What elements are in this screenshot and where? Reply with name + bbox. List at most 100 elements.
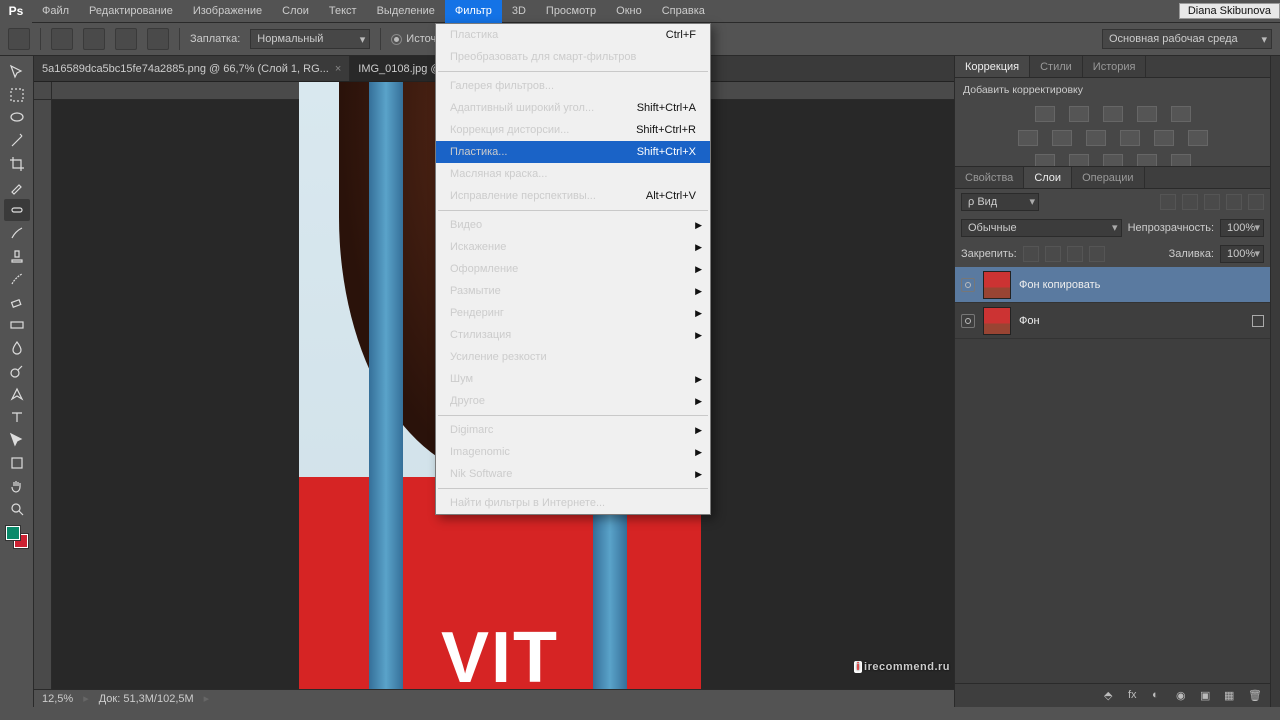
- visibility-icon[interactable]: [961, 314, 975, 328]
- menu-item[interactable]: Digimarc: [436, 419, 710, 441]
- patch-mode-select[interactable]: Нормальный: [250, 29, 370, 49]
- menu-item[interactable]: Найти фильтры в Интернете...: [436, 492, 710, 514]
- brush-tool[interactable]: [4, 222, 30, 244]
- eraser-tool[interactable]: [4, 291, 30, 313]
- menu-окно[interactable]: Окно: [606, 0, 652, 23]
- tool-preset-icon[interactable]: [8, 28, 30, 50]
- menu-выделение[interactable]: Выделение: [367, 0, 445, 23]
- opt-icon-1[interactable]: [51, 28, 73, 50]
- opt-icon-3[interactable]: [115, 28, 137, 50]
- dodge-tool[interactable]: [4, 360, 30, 382]
- panel-collapse-strip[interactable]: [1270, 56, 1280, 707]
- marquee-tool[interactable]: [4, 84, 30, 106]
- menu-item[interactable]: Nik Software: [436, 463, 710, 485]
- document-tab[interactable]: 5a16589dca5bc15fe74a2885.png @ 66,7% (Сл…: [34, 56, 350, 81]
- menu-3d[interactable]: 3D: [502, 0, 536, 23]
- adj-levels-icon[interactable]: [1069, 106, 1089, 122]
- filter-pixel-icon[interactable]: [1160, 194, 1176, 210]
- menu-редактирование[interactable]: Редактирование: [79, 0, 183, 23]
- stamp-tool[interactable]: [4, 245, 30, 267]
- panel-tab[interactable]: Операции: [1072, 167, 1144, 188]
- color-swatches[interactable]: [6, 526, 28, 548]
- move-tool[interactable]: [4, 61, 30, 83]
- adj-invert-icon[interactable]: [1188, 130, 1208, 146]
- menu-item[interactable]: Усиление резкости: [436, 346, 710, 368]
- layer-fx-icon[interactable]: fx: [1128, 689, 1142, 703]
- menu-item[interactable]: Imagenomic: [436, 441, 710, 463]
- panel-tab[interactable]: Свойства: [955, 167, 1024, 188]
- visibility-icon[interactable]: [961, 278, 975, 292]
- menu-item[interactable]: ПластикаCtrl+F: [436, 24, 710, 46]
- shape-tool[interactable]: [4, 452, 30, 474]
- new-group-icon[interactable]: ▣: [1200, 689, 1214, 703]
- lock-trans-icon[interactable]: [1023, 246, 1039, 262]
- menu-item[interactable]: Искажение: [436, 236, 710, 258]
- wand-tool[interactable]: [4, 130, 30, 152]
- menu-item[interactable]: Коррекция дисторсии...Shift+Ctrl+R: [436, 119, 710, 141]
- layer-mask-icon[interactable]: ◐: [1152, 689, 1166, 703]
- opt-icon-2[interactable]: [83, 28, 105, 50]
- delete-layer-icon[interactable]: 🗑: [1248, 689, 1262, 703]
- adj-mixer-icon[interactable]: [1120, 130, 1140, 146]
- adj-curves-icon[interactable]: [1103, 106, 1123, 122]
- adj-lookup-icon[interactable]: [1154, 130, 1174, 146]
- menu-item[interactable]: Другое: [436, 390, 710, 412]
- adj-exposure-icon[interactable]: [1137, 106, 1157, 122]
- menu-файл[interactable]: Файл: [32, 0, 79, 23]
- adj-bw-icon[interactable]: [1052, 130, 1072, 146]
- path-tool[interactable]: [4, 429, 30, 451]
- new-fill-icon[interactable]: ◉: [1176, 689, 1190, 703]
- menu-item[interactable]: Галерея фильтров...: [436, 75, 710, 97]
- filter-adj-icon[interactable]: [1182, 194, 1198, 210]
- menu-item[interactable]: Оформление: [436, 258, 710, 280]
- adj-brightness-icon[interactable]: [1035, 106, 1055, 122]
- menu-item[interactable]: Масляная краска...: [436, 163, 710, 185]
- menu-item[interactable]: Видео: [436, 214, 710, 236]
- menu-item[interactable]: Преобразовать для смарт-фильтров: [436, 46, 710, 68]
- gradient-tool[interactable]: [4, 314, 30, 336]
- layer-thumbnail[interactable]: [983, 307, 1011, 335]
- opacity-value[interactable]: 100%: [1220, 219, 1264, 237]
- link-layers-icon[interactable]: ⬘: [1104, 689, 1118, 703]
- menu-item[interactable]: Рендеринг: [436, 302, 710, 324]
- menu-item[interactable]: Стилизация: [436, 324, 710, 346]
- filter-smart-icon[interactable]: [1248, 194, 1264, 210]
- panel-tab[interactable]: История: [1083, 56, 1147, 77]
- lasso-tool[interactable]: [4, 107, 30, 129]
- menu-справка[interactable]: Справка: [652, 0, 715, 23]
- menu-текст[interactable]: Текст: [319, 0, 367, 23]
- menu-слои[interactable]: Слои: [272, 0, 319, 23]
- layer-thumbnail[interactable]: [983, 271, 1011, 299]
- history-brush-tool[interactable]: [4, 268, 30, 290]
- menu-item[interactable]: Адаптивный широкий угол...Shift+Ctrl+A: [436, 97, 710, 119]
- pen-tool[interactable]: [4, 383, 30, 405]
- menu-item[interactable]: Пластика...Shift+Ctrl+X: [436, 141, 710, 163]
- zoom-tool[interactable]: [4, 498, 30, 520]
- crop-tool[interactable]: [4, 153, 30, 175]
- filter-shape-icon[interactable]: [1226, 194, 1242, 210]
- menu-item[interactable]: Шум: [436, 368, 710, 390]
- eyedropper-tool[interactable]: [4, 176, 30, 198]
- lock-all-icon[interactable]: [1089, 246, 1105, 262]
- fill-value[interactable]: 100%: [1220, 245, 1264, 263]
- workspace-select[interactable]: Основная рабочая среда: [1102, 29, 1272, 49]
- menu-item[interactable]: Размытие: [436, 280, 710, 302]
- menu-item[interactable]: Исправление перспективы...Alt+Ctrl+V: [436, 185, 710, 207]
- filter-type-icon[interactable]: [1204, 194, 1220, 210]
- menu-просмотр[interactable]: Просмотр: [536, 0, 606, 23]
- layer-row[interactable]: Фон: [955, 303, 1270, 339]
- new-layer-icon[interactable]: ▦: [1224, 689, 1238, 703]
- lock-pos-icon[interactable]: [1067, 246, 1083, 262]
- blend-mode-select[interactable]: Обычные: [961, 219, 1122, 237]
- adj-photo-icon[interactable]: [1086, 130, 1106, 146]
- healing-tool[interactable]: [4, 199, 30, 221]
- layer-row[interactable]: Фон копировать: [955, 267, 1270, 303]
- layer-kind-select[interactable]: ρ Вид: [961, 193, 1039, 211]
- panel-tab[interactable]: Слои: [1024, 167, 1072, 188]
- panel-tab[interactable]: Стили: [1030, 56, 1083, 77]
- lock-pixel-icon[interactable]: [1045, 246, 1061, 262]
- adj-hue-icon[interactable]: [1018, 130, 1038, 146]
- zoom-level[interactable]: 12,5%: [42, 693, 73, 705]
- panel-tab[interactable]: Коррекция: [955, 56, 1030, 77]
- menu-изображение[interactable]: Изображение: [183, 0, 272, 23]
